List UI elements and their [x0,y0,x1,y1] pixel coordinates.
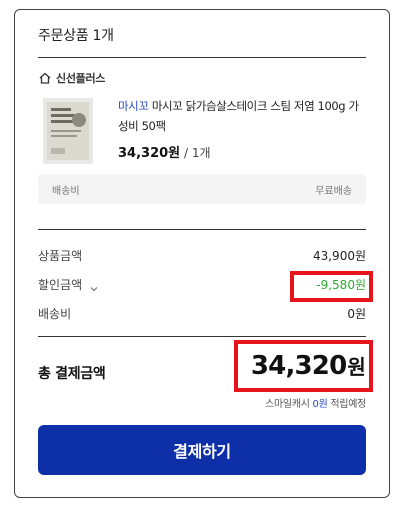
seller[interactable]: 신선플러스 [38,70,105,86]
product-price: 34,320원 [118,146,181,161]
product-image[interactable] [43,98,93,164]
total-highlight [234,340,373,392]
divider [38,57,366,58]
order-title: 주문상품 1개 [38,28,114,44]
product-info: 마시꼬 마시꼬 닭가슴살스테이크 스팀 저염 100g 가성비 50팩 34,3… [118,96,366,161]
delivery-value: 0원 [347,307,366,321]
total-label: 총 결제금액 [38,366,106,382]
smile-cash-note: 스마일캐시 0원 적립예정 [265,395,366,410]
delivery-row: 배송비 0원 [38,305,366,322]
home-icon [38,71,52,85]
chevron-down-icon [90,282,98,291]
order-summary-card: 주문상품 1개 신선플러스 마시꼬 마시꼬 닭가슴살스테이크 스팀 저염 100… [14,9,390,498]
discount-label: 할인금액 [38,278,83,292]
product-brand[interactable]: 마시꼬 [118,99,149,113]
shipping-value: 무료배송 [315,185,352,197]
pay-button[interactable]: 결제하기 [38,425,366,475]
product-name[interactable]: 마시꼬 마시꼬 닭가슴살스테이크 스팀 저염 100g 가성비 50팩 [118,96,366,136]
divider [38,336,366,337]
smile-cash-suffix: 적립예정 [330,399,366,410]
seller-name: 신선플러스 [56,72,106,85]
discount-toggle[interactable]: 할인금액 [38,276,98,293]
product-amount-value: 43,900원 [312,249,366,263]
smile-cash-label: 스마일캐시 [265,399,310,410]
product-price-line: 34,320원 / 1개 [118,142,366,161]
product-amount-row: 상품금액 43,900원 [38,247,366,264]
product-quantity: / 1개 [183,146,211,160]
delivery-label: 배송비 [38,307,72,321]
product-title[interactable]: 마시꼬 닭가슴살스테이크 스팀 저염 100g 가성비 50팩 [118,99,359,133]
divider [38,229,366,230]
shipping-info: 배송비 무료배송 [38,174,366,204]
product-amount-label: 상품금액 [38,249,83,263]
shipping-label: 배송비 [52,185,80,197]
discount-highlight [290,271,373,302]
smile-cash-points: 0원 [312,399,328,410]
